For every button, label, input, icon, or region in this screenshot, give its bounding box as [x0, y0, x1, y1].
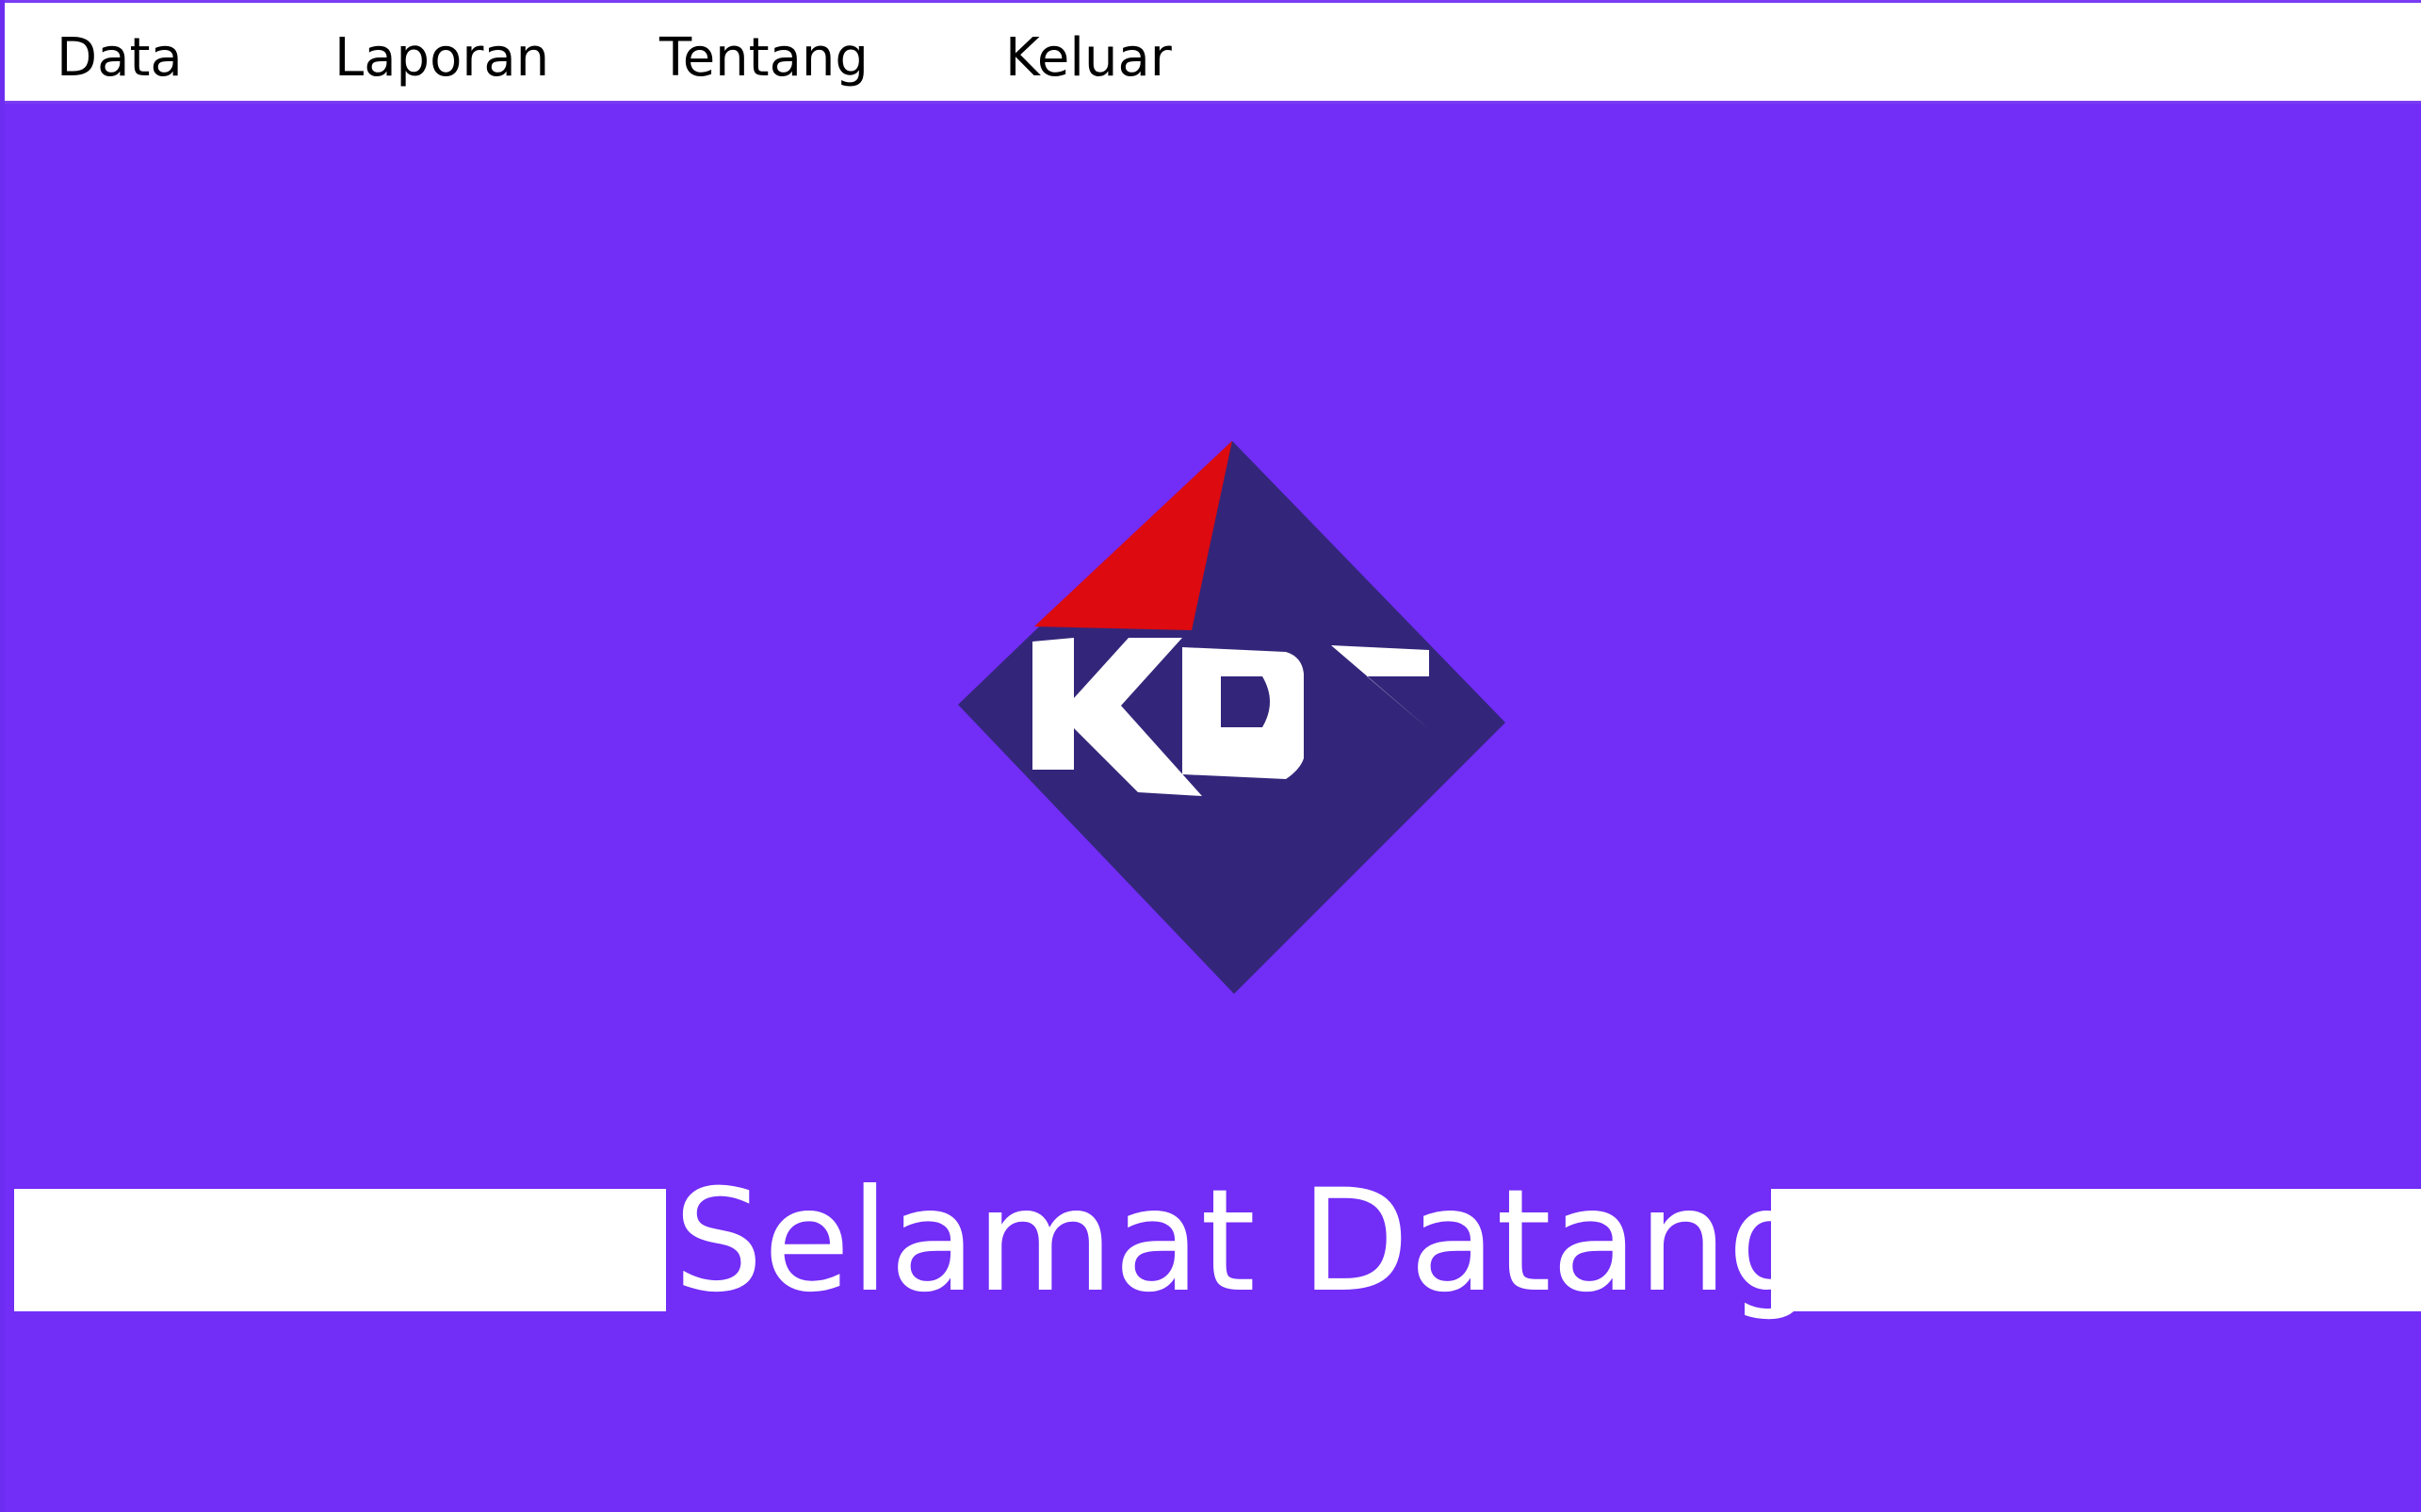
menu-item-data[interactable]: Data [57, 25, 183, 91]
welcome-title: Selamat Datang [674, 1160, 1818, 1324]
kds-logo [958, 441, 1505, 994]
menu-item-tentang[interactable]: Tentang [659, 25, 869, 91]
menu-item-keluar[interactable]: Keluar [1005, 25, 1172, 91]
menu-item-laporan[interactable]: Laporan [334, 25, 549, 91]
welcome-bar-right [1771, 1189, 2421, 1311]
welcome-bar-left [14, 1189, 666, 1311]
main-window: Data Laporan Tentang Keluar Selamat Data… [0, 0, 2421, 1512]
menu-bar: Data Laporan Tentang Keluar [5, 0, 2421, 104]
